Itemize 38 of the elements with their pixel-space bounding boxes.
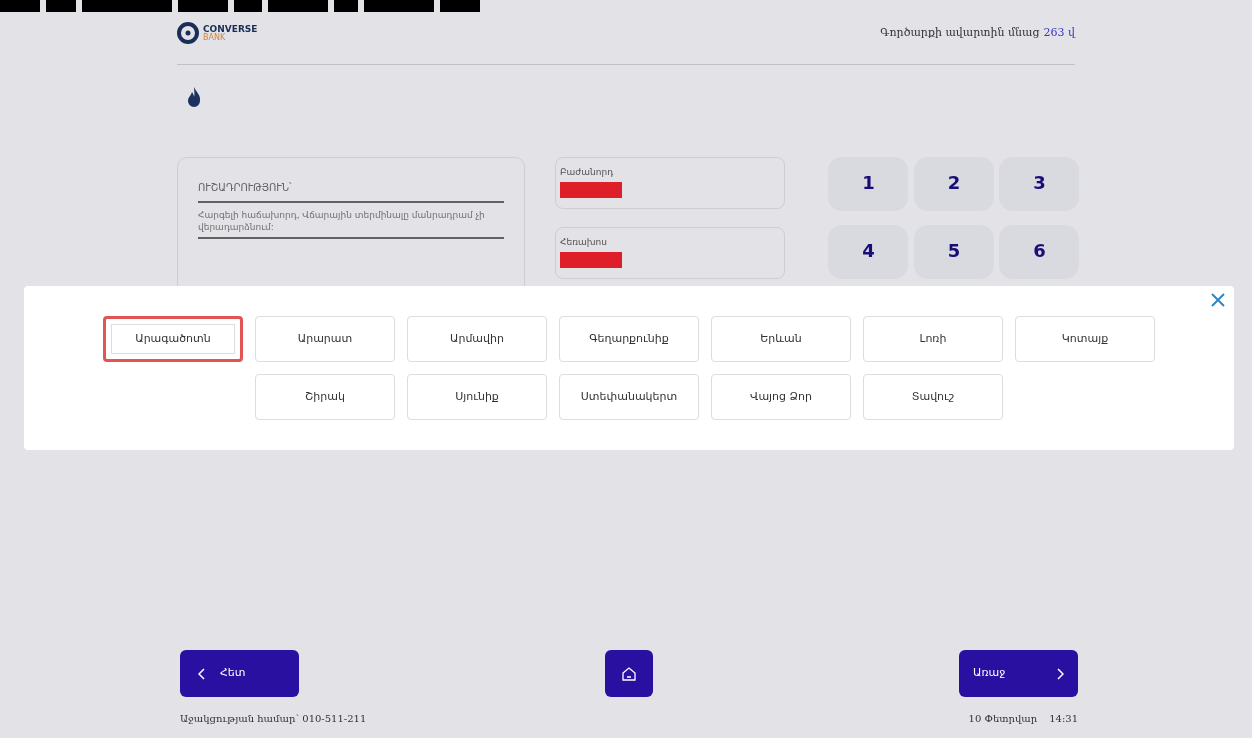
logo-icon (177, 22, 199, 44)
keypad-key[interactable]: 6 (999, 225, 1080, 279)
chevron-right-icon (1056, 667, 1064, 680)
region-option[interactable]: Ստեփանակերտ (559, 374, 699, 420)
region-option[interactable]: Երևան (711, 316, 851, 362)
notice-text: Հարգելի հաճախորդ, Վճարային տերմինալը մանրադրամ չի վերադարձնում: (198, 209, 504, 239)
region-option[interactable]: Արարատ (255, 316, 395, 362)
next-button[interactable]: Առաջ (959, 650, 1078, 697)
keypad-key[interactable]: 4 (828, 225, 909, 279)
region-option[interactable]: Տավուշ (863, 374, 1003, 420)
home-button[interactable] (605, 650, 653, 697)
logo-subtext: BANK (203, 33, 227, 42)
keypad-key[interactable]: 3 (999, 157, 1080, 211)
region-option[interactable]: Արագածոտն (103, 316, 243, 362)
home-icon (621, 665, 637, 682)
region-option[interactable]: Վայոց Ձոր (711, 374, 851, 420)
input-field[interactable]: Հեռախոս (555, 227, 786, 279)
region-option[interactable]: Շիրակ (255, 374, 395, 420)
chevron-left-icon (198, 667, 206, 680)
back-button[interactable]: Հետ (180, 650, 299, 697)
support-phone: Աջակցության համար՝ 010-511-211 (180, 712, 367, 726)
flame-icon (187, 87, 201, 107)
region-option[interactable]: Կոտայք (1015, 316, 1155, 362)
notice-title: ՈՒՇԱԴՐՈՒԹՅՈՒՆ՝ (198, 180, 504, 203)
keypad-key[interactable]: 5 (913, 225, 994, 279)
logo-text: CONVERSE (203, 24, 258, 34)
region-option[interactable]: Գեղարքունիք (559, 316, 699, 362)
region-option[interactable]: Արմավիր (407, 316, 547, 362)
keypad-key[interactable]: 1 (828, 157, 909, 211)
time-text: 14:31 (1049, 712, 1078, 726)
region-option[interactable]: Սյունիք (407, 374, 547, 420)
timer-value: 263 վ (1043, 24, 1075, 41)
input-field[interactable]: Բաժանորդ (555, 157, 786, 209)
region-option[interactable]: Լոռի (863, 316, 1003, 362)
keypad-key[interactable]: 2 (913, 157, 994, 211)
timer-label: Գործարքի ավարտին մնաց (880, 24, 1040, 41)
close-icon[interactable] (1210, 292, 1226, 308)
date-text: 10 Փետրվար (968, 712, 1038, 726)
